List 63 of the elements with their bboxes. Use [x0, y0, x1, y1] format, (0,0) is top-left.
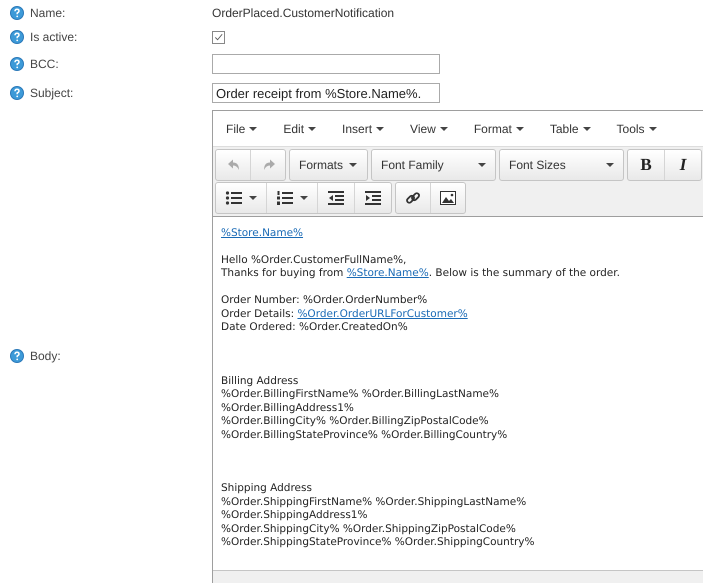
bcc-field[interactable] [212, 54, 440, 74]
checkmark-icon [213, 31, 224, 43]
body-text-line: Date Ordered: %Order.CreatedOn% [221, 321, 409, 334]
body-text-line: %Order.BillingAddress1% [221, 402, 355, 416]
outdent-icon [327, 190, 345, 206]
menu-item[interactable]: Edit [274, 122, 326, 136]
caret-icon [308, 126, 316, 130]
numbered-list-icon [276, 190, 294, 206]
body-text-line: Order Details: %Order.OrderURLForCustomer% [221, 308, 469, 322]
body-text-line: %Order.ShippingAddress1% [221, 509, 368, 523]
bullet-list-icon [225, 190, 243, 206]
caret-icon [249, 196, 257, 200]
caret-icon [606, 163, 614, 167]
body-text-line: %Order.ShippingStateProvince% %Order.ShippingCountry% [221, 536, 536, 550]
body-text-line: Hello %Order.CustomerFullName%, [221, 254, 408, 268]
caret-icon [582, 126, 591, 130]
body-text-line: Order Number: %Order.OrderNumber% [221, 294, 428, 308]
caret-icon [648, 126, 657, 130]
menu-item[interactable]: Tools [608, 122, 666, 136]
menu-item[interactable]: Insert [333, 122, 394, 136]
caret-icon [478, 163, 486, 167]
body-text-line: Thanks for buying from %Store.Name%. Below is the summary of the order. [221, 267, 621, 281]
help-icon[interactable] [10, 57, 24, 71]
image-icon [440, 191, 456, 205]
field-label: Subject: [30, 86, 74, 100]
body-text-line: %Order.ShippingFirstName% %Order.ShippingLastName% [221, 496, 528, 510]
field-label: Name: [30, 6, 66, 20]
help-icon[interactable] [10, 86, 24, 100]
help-icon[interactable] [10, 349, 24, 363]
formats-dropdown[interactable]: Formats [290, 150, 367, 180]
caret-icon [440, 126, 448, 130]
menu-item[interactable]: Format [464, 122, 533, 136]
caret-icon [349, 163, 358, 167]
caret-icon [376, 126, 384, 130]
field-value: OrderPlaced.CustomerNotification [212, 6, 394, 20]
body-text-line: %Order.ShippingCity% %Order.ShippingZipPostalCode% [221, 522, 517, 536]
field-label: Body: [30, 349, 61, 363]
indent-icon [364, 190, 382, 206]
font-select[interactable]: Font Family [372, 150, 495, 180]
caret-icon [516, 126, 524, 130]
body-text-line: Billing Address [221, 374, 300, 388]
caret-icon [249, 126, 258, 130]
caret-icon [300, 196, 308, 200]
placeholder-link[interactable]: %Store.Name% [346, 267, 429, 280]
active-checkbox[interactable] [212, 30, 225, 44]
body-text-line: Shipping Address [221, 482, 313, 496]
bold-button[interactable]: B [628, 150, 665, 180]
body-text-line: %Order.BillingFirstName% %Order.BillingLastName% [221, 388, 500, 402]
help-icon[interactable] [10, 6, 24, 20]
italic-button[interactable]: I [665, 150, 701, 180]
body-text-line: %Order.BillingCity% %Order.BillingZipPostalCode% [221, 415, 490, 429]
body-text-line: %Order.BillingStateProvince% %Order.BillingCountry% [221, 428, 508, 442]
subject-field[interactable]: Order receipt from %Store.Name%. [212, 83, 440, 103]
chain-link-icon [405, 190, 421, 206]
menu-item[interactable]: Table [540, 122, 600, 136]
placeholder-link[interactable]: %Order.OrderURLForCustomer% [297, 308, 468, 320]
help-icon[interactable] [10, 30, 24, 44]
field-label: Is active: [30, 30, 78, 44]
placeholder-link[interactable]: %Store.Name% [221, 227, 304, 239]
field-label: BCC: [30, 57, 59, 71]
menu-item[interactable]: File [217, 122, 266, 136]
font-select[interactable]: Font Sizes [500, 150, 623, 180]
menu-item[interactable]: View [401, 122, 457, 136]
